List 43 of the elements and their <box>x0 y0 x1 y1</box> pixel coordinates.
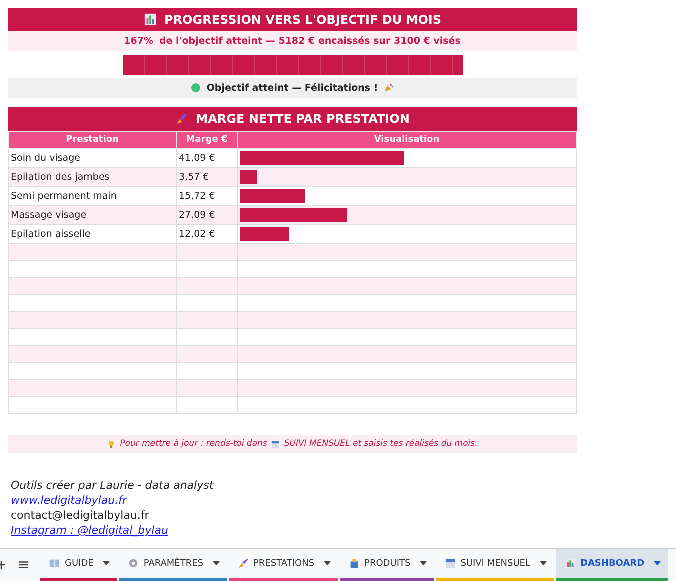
email-text: contact@ledigitalbylau.fr <box>11 508 150 523</box>
sheet-tab[interactable]: SUIVI MENSUEL <box>436 549 554 581</box>
column-header: Visualisation <box>238 132 576 148</box>
column-header: Marge € <box>176 132 238 148</box>
book-icon <box>49 558 60 569</box>
note-text: SUIVI MENSUEL et saisis tes réalisés du mois. <box>284 439 478 449</box>
table-cell: 3,57 € <box>176 168 238 186</box>
section-title: PROGRESSION VERS L'OBJECTIF DU MOIS <box>164 12 442 26</box>
calendar-icon <box>444 558 456 569</box>
credit-text: Outils créer par Laurie - data analyst <box>11 478 214 493</box>
sheet-tab[interactable]: PARAMÈTRES <box>118 549 226 581</box>
caret-icon[interactable] <box>212 561 220 566</box>
menu-icon[interactable] <box>18 560 29 570</box>
sheet-tab[interactable]: DASHBOARD <box>556 549 668 581</box>
lightbulb-icon <box>107 440 116 448</box>
caret-icon[interactable] <box>654 561 661 566</box>
caret-icon[interactable] <box>102 561 110 566</box>
gear-icon <box>128 558 139 569</box>
brush-icon <box>238 558 248 569</box>
status-dot-icon <box>190 83 201 93</box>
summary-text: de l'objectif atteint — 5182 € encaissés sur 3100 € visés <box>159 36 461 46</box>
calendar-icon <box>271 440 280 448</box>
caret-icon[interactable] <box>540 561 546 566</box>
website-link[interactable]: www.ledigitalbylau.fr <box>11 493 127 508</box>
section-title: MARGE NETTE PAR PRESTATION <box>196 112 410 126</box>
note-text: Pour mettre à jour : rends-toi dans <box>120 439 268 449</box>
caret-icon[interactable] <box>324 561 331 566</box>
percent-text: 167% <box>124 36 154 46</box>
column-header: Prestation <box>8 132 176 148</box>
table-cell: Massage visage <box>8 206 176 224</box>
bar-chart-icon <box>144 13 156 26</box>
table-cell: 27,09 € <box>176 206 238 224</box>
sheet-tab[interactable]: PRESTATIONS <box>228 549 338 581</box>
bag-icon <box>348 558 360 569</box>
bar-chart-icon <box>564 558 576 569</box>
sheet-tab[interactable]: GUIDE <box>40 549 117 581</box>
party-popper-icon <box>384 83 394 93</box>
status-text: Objectif atteint — Félicitations ! <box>206 82 378 94</box>
instagram-link[interactable]: Instagram : @ledigital_bylau <box>11 523 168 538</box>
table-cell: Epilation des jambes <box>8 168 176 186</box>
caret-icon[interactable] <box>420 561 427 566</box>
brush-icon <box>175 112 188 126</box>
sheet-tab[interactable]: PRODUITS <box>340 549 434 581</box>
